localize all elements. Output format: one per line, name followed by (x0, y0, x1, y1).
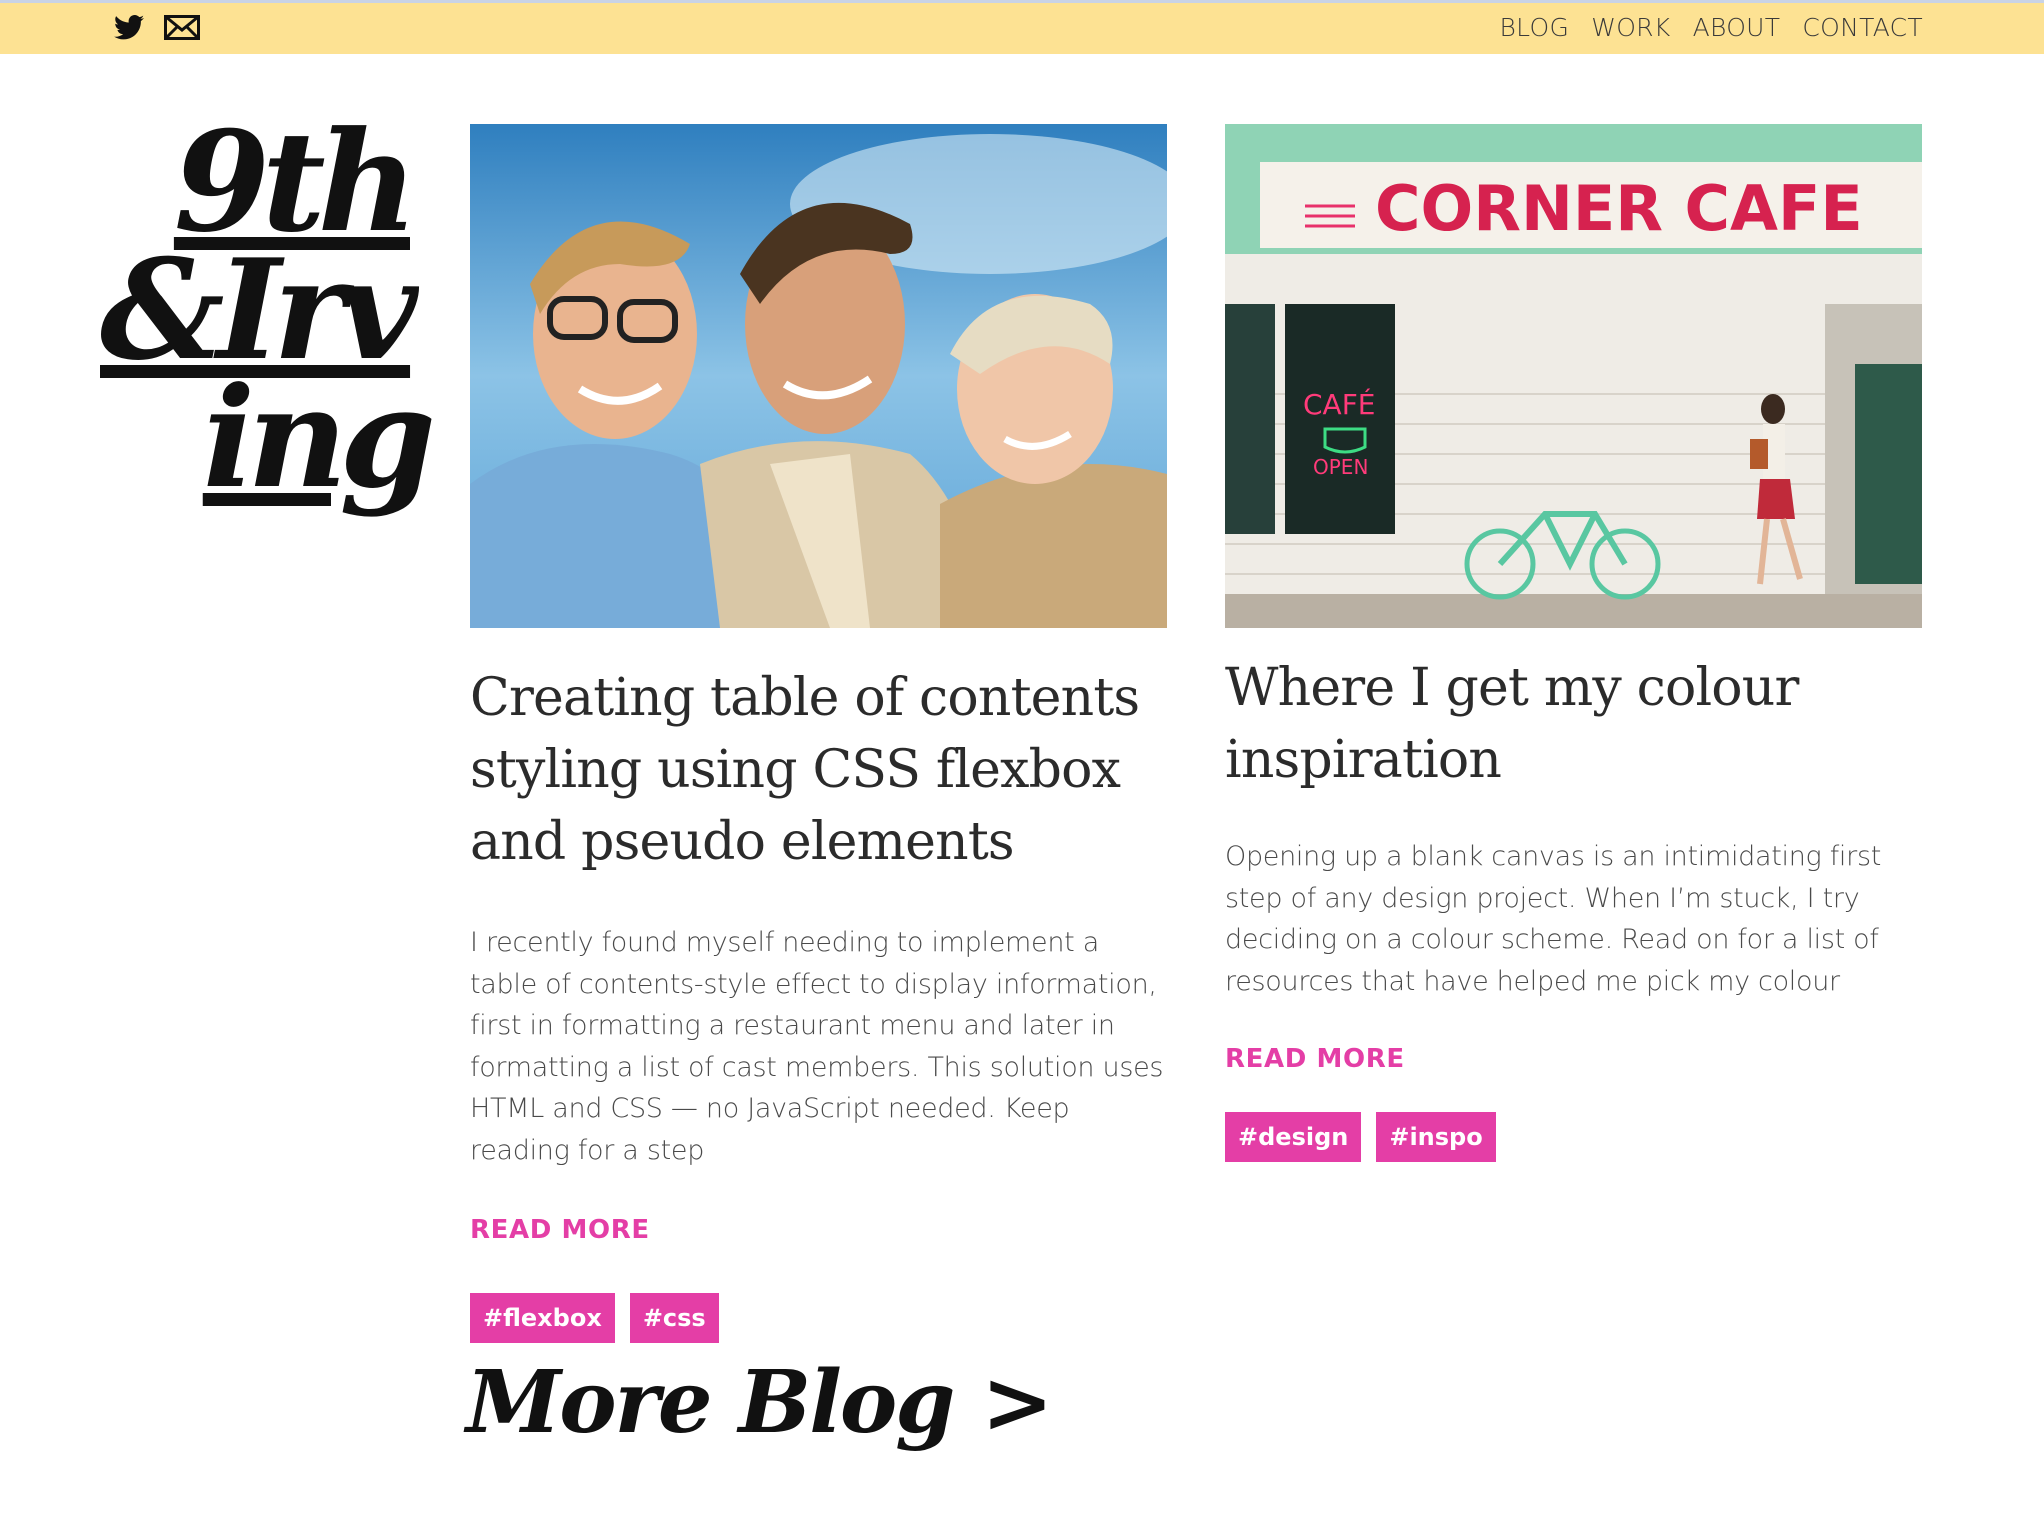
nav-contact[interactable]: CONTACT (1802, 13, 1923, 42)
neon-cafe-text: CAFÉ (1303, 387, 1376, 421)
post-tags: #flexbox #css (470, 1293, 1167, 1343)
site-logo[interactable]: 9th &Irv ing (100, 100, 436, 519)
tag-design[interactable]: #design (1225, 1112, 1362, 1162)
post-excerpt: Opening up a blank canvas is an intimida… (1225, 841, 1881, 997)
cafe-photo: CORNER CAFE CAFÉ OPEN (1225, 124, 1922, 628)
people-photo (470, 124, 1167, 628)
social-links (114, 15, 200, 40)
post-title[interactable]: Creating table of contents styling using… (470, 662, 1167, 878)
tag-css[interactable]: #css (629, 1293, 719, 1343)
read-more-link[interactable]: READ MORE (470, 1215, 650, 1245)
tag-flexbox[interactable]: #flexbox (470, 1293, 615, 1343)
twitter-icon (114, 15, 144, 40)
nav-blog[interactable]: BLOG (1500, 13, 1570, 42)
post-excerpt: I recently found myself needing to imple… (470, 927, 1164, 1166)
top-bar: BLOG WORK ABOUT CONTACT (0, 0, 2044, 54)
cafe-sign-text: CORNER CAFE (1375, 172, 1863, 245)
mail-icon (164, 15, 200, 40)
tag-inspo[interactable]: #inspo (1376, 1112, 1496, 1162)
nav-work[interactable]: WORK (1591, 13, 1670, 42)
blog-post-card: CORNER CAFE CAFÉ OPEN Where I get my col… (1225, 124, 1922, 1162)
blog-post-card: Creating table of contents styling using… (470, 124, 1167, 1343)
post-thumbnail[interactable]: CORNER CAFE CAFÉ OPEN (1225, 124, 1922, 628)
logo-line-2: &Irv (100, 228, 418, 391)
more-blog-link[interactable]: More Blog > (466, 1352, 1053, 1453)
read-more-link[interactable]: READ MORE (1225, 1044, 1405, 1074)
logo-line-3: ing (202, 356, 436, 519)
post-title[interactable]: Where I get my colour inspiration (1225, 652, 1922, 796)
post-tags: #design #inspo (1225, 1112, 1922, 1162)
main-nav: BLOG WORK ABOUT CONTACT (1500, 13, 1923, 42)
post-thumbnail[interactable] (470, 124, 1167, 628)
logo-line-1: 9th (173, 100, 418, 263)
nav-about[interactable]: ABOUT (1693, 13, 1781, 42)
twitter-link[interactable] (114, 15, 144, 40)
neon-open-text: OPEN (1313, 455, 1368, 479)
email-link[interactable] (164, 15, 200, 40)
